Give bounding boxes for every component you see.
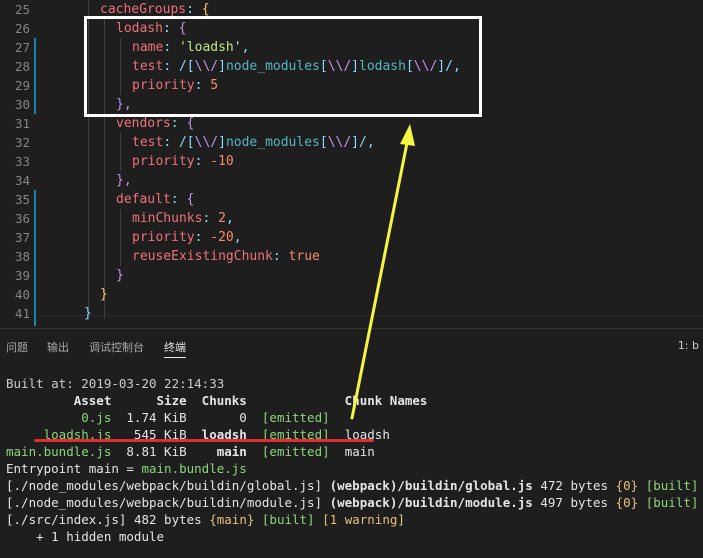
terminal-module-line: [./node_modules/webpack/buildin/global.j…: [6, 478, 699, 493]
code-line-36: minChunks: 2,: [132, 211, 234, 226]
line-number: 37: [14, 230, 30, 245]
line-number: 25: [14, 2, 30, 17]
line-number: 28: [14, 59, 30, 74]
terminal-asset-header: Asset Size Chunks Chunk Names: [6, 393, 428, 408]
tab-output[interactable]: 输出: [47, 339, 69, 357]
tab-problems[interactable]: 问题: [6, 339, 28, 357]
code-line-37: priority: -20,: [132, 230, 242, 245]
line-number: 32: [14, 135, 30, 150]
code-line-39: }: [116, 268, 124, 283]
terminal-module-line: [./node_modules/webpack/buildin/module.j…: [6, 495, 699, 510]
line-number: 27: [14, 40, 30, 55]
code-line-32: test: /[\\/]node_modules[\\/]/,: [132, 135, 375, 150]
terminal-line-built-at: Built at: 2019-03-20 22:14:33: [6, 376, 225, 391]
code-line-38: reuseExistingChunk: true: [132, 249, 320, 264]
code-line-41: }: [84, 306, 92, 321]
highlight-box-annotation: [84, 16, 482, 117]
line-number: 38: [14, 249, 30, 264]
code-line-35: default: {: [116, 192, 195, 207]
git-modified-marker: [34, 38, 36, 114]
code-editor[interactable]: 25 26 27 28 29 30 31 32 33 34 35 36 37 3…: [0, 0, 703, 328]
code-line-40: }: [100, 287, 108, 302]
indent-guide: [120, 209, 121, 266]
terminal-asset-row: main.bundle.js 8.81 KiB main [emitted] m…: [6, 444, 375, 459]
tab-terminal[interactable]: 终端: [164, 339, 186, 358]
line-number: 35: [14, 192, 30, 207]
red-underline-annotation: [34, 439, 374, 442]
line-number: 30: [14, 97, 30, 112]
indent-guide: [120, 133, 121, 171]
line-number: 33: [14, 154, 30, 169]
line-number: 39: [14, 268, 30, 283]
line-number: 34: [14, 173, 30, 188]
line-number: 31: [14, 116, 30, 131]
terminal-entrypoint-line: Entrypoint main = main.bundle.js: [6, 461, 247, 476]
bottom-panel: 问题 输出 调试控制台 终端 1: b Built at: 2019-03-20…: [0, 328, 703, 558]
code-line-33: priority: -10: [132, 154, 234, 169]
terminal-output[interactable]: Built at: 2019-03-20 22:14:33 Asset Size…: [6, 375, 703, 545]
line-number: 41: [14, 306, 30, 321]
terminal-hidden-modules: + 1 hidden module: [6, 529, 165, 544]
git-modified-marker: [34, 190, 36, 326]
tab-debug-console[interactable]: 调试控制台: [89, 339, 144, 357]
panel-tabs: 问题 输出 调试控制台 终端 1: b: [0, 329, 703, 365]
line-number: 26: [14, 21, 30, 36]
code-line-34: },: [116, 173, 132, 188]
terminal-asset-row: 0.js 1.74 KiB 0 [emitted]: [6, 410, 330, 425]
terminal-index-line: [./src/index.js] 482 bytes {main} [built…: [6, 512, 405, 527]
terminal-selector[interactable]: 1: b: [678, 339, 699, 352]
line-number: 29: [14, 78, 30, 93]
cursor-line-indicator: [38, 315, 703, 316]
line-number: 36: [14, 211, 30, 226]
line-number: 40: [14, 287, 30, 302]
